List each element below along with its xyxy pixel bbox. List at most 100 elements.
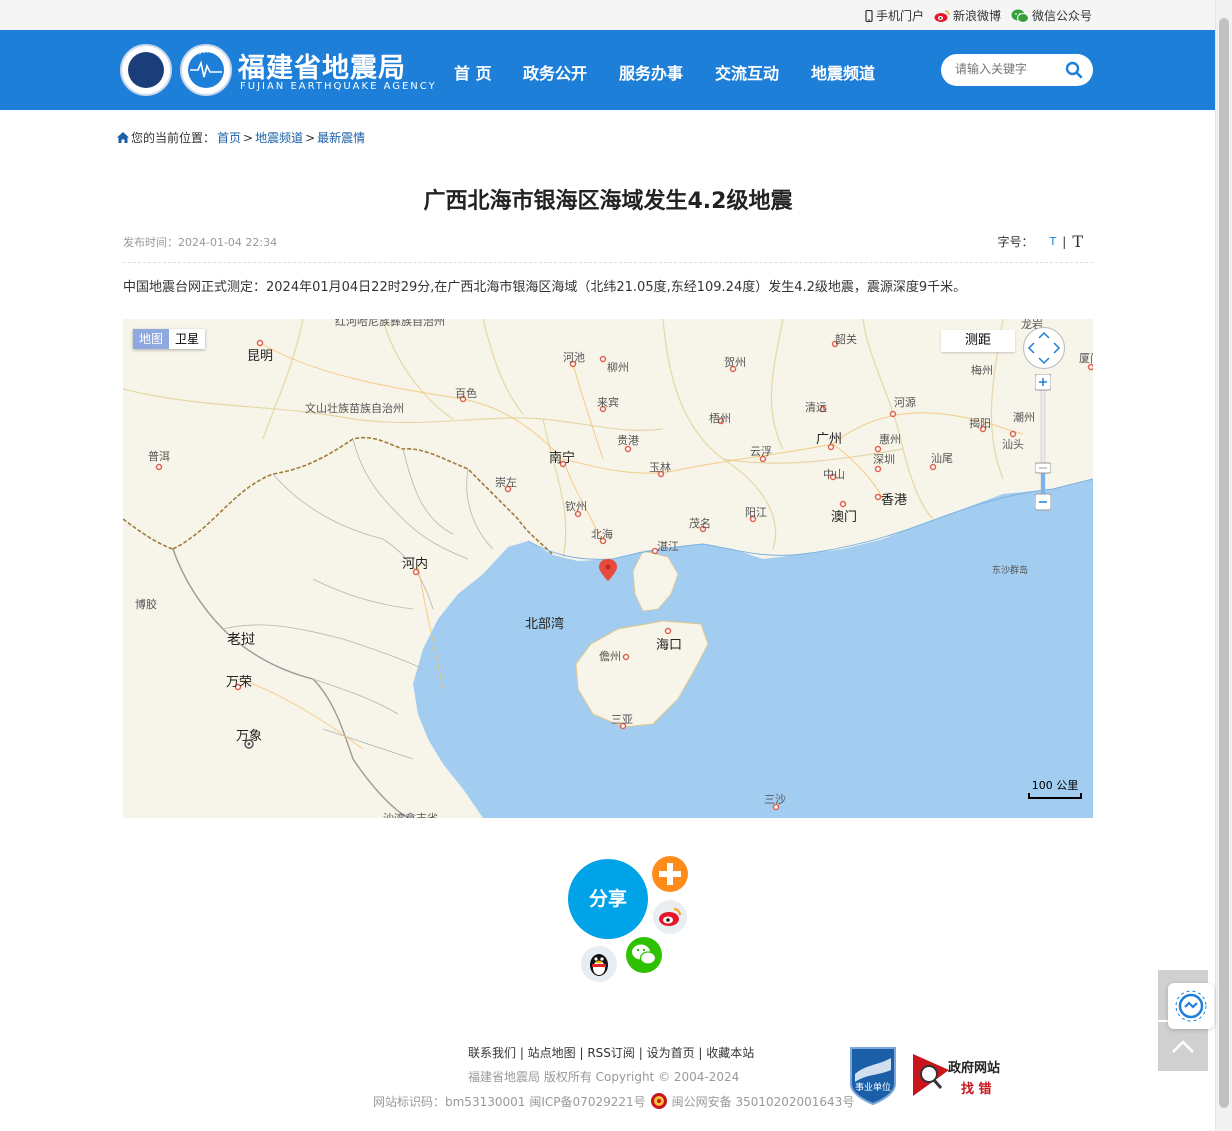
- share-wechat-icon[interactable]: [626, 937, 662, 973]
- police-record[interactable]: 闽公网安备 35010202001643号: [672, 1093, 855, 1110]
- map-label: 柳州: [607, 361, 629, 374]
- map-label: 湛江: [657, 540, 679, 553]
- map-label: 河池: [563, 351, 585, 364]
- epicenter-marker-core: [605, 564, 611, 570]
- agency-emblem-icon: [120, 44, 172, 96]
- public-institution-badge[interactable]: 事业单位: [847, 1044, 899, 1106]
- map-label: 惠州: [879, 433, 901, 446]
- wechat-label: 微信公众号: [1031, 9, 1092, 23]
- vertical-scrollbar[interactable]: [1215, 0, 1232, 1131]
- mobile-portal-link[interactable]: 手机门户: [865, 7, 924, 24]
- badge-gov-label: 政府网站: [948, 1061, 1001, 1076]
- epicenter-map[interactable]: 红河哈尼族彝族自治州 昆明 河池 柳州 贺州 韶关 龙岩 百色 文山壮族苗族自治…: [123, 319, 1093, 818]
- site-logo[interactable]: FJEA 福建省地震局 FUJIAN EARTHQUAKE AGENCY: [120, 42, 435, 100]
- font-large-button[interactable]: T: [1072, 232, 1083, 251]
- map-type-satellite[interactable]: 卫星: [169, 329, 206, 349]
- map-label: 河源: [894, 396, 916, 409]
- map-label: 香港: [881, 493, 908, 508]
- assistant-icon: [1175, 990, 1207, 1022]
- share-more-icon[interactable]: [652, 856, 688, 892]
- map-label: 河内: [402, 557, 429, 572]
- nav-interaction[interactable]: 交流互动: [715, 60, 811, 84]
- search-box: [941, 54, 1093, 86]
- breadcrumb: 您的当前位置： 首页 > 地震频道 > 最新震情: [117, 129, 365, 146]
- map-label: 汕头: [1002, 438, 1024, 451]
- badge-unit-label: 事业单位: [854, 1083, 891, 1093]
- map-label: 老挝: [227, 632, 255, 648]
- map-label: 梧州: [709, 412, 731, 425]
- map-label: 普洱: [148, 450, 170, 463]
- map-label: 清远: [805, 401, 827, 414]
- measure-distance-button[interactable]: 测距: [941, 330, 1015, 352]
- cn-vn-border: [172, 436, 554, 556]
- top-utility-bar: 手机门户 新浪微博 微信公众号: [0, 0, 1215, 30]
- gov-site-error-report-badge[interactable]: 政府网站 找 错: [911, 1052, 1011, 1098]
- article-body: 中国地震台网正式测定：2024年01月04日22时29分,在广西北海市银海区海域…: [123, 280, 967, 295]
- icp-number[interactable]: 闽ICP备07029221号: [529, 1093, 645, 1110]
- share-qq-icon[interactable]: [581, 946, 617, 982]
- back-to-top-button[interactable]: [1158, 1022, 1208, 1071]
- map-label: 揭阳: [969, 417, 991, 430]
- map-label: 北海: [591, 528, 613, 541]
- map-label: 南宁: [549, 451, 576, 466]
- map-label: 昆明: [247, 349, 274, 364]
- map-label: 贺州: [724, 356, 746, 369]
- site-title: 福建省地震局: [238, 53, 406, 84]
- map-label: 广州: [816, 432, 843, 447]
- font-small-button[interactable]: T: [1050, 235, 1057, 248]
- nav-services[interactable]: 服务办事: [619, 60, 715, 84]
- scrollbar-thumb[interactable]: [1219, 18, 1229, 1108]
- map-label: 东沙群岛: [992, 566, 1029, 576]
- map-label: 云浮: [750, 445, 772, 458]
- scale-bar: [1028, 793, 1082, 799]
- map-label: 汕尾: [931, 452, 953, 465]
- nav-gov-info[interactable]: 政务公开: [523, 60, 619, 84]
- map-label: 梅州: [971, 364, 993, 377]
- map-label: 北部湾: [525, 617, 565, 632]
- accessibility-assistant-button[interactable]: [1168, 983, 1214, 1029]
- map-label: 厦门: [1079, 352, 1093, 365]
- search-input[interactable]: [953, 61, 1057, 77]
- map-label: 钦州: [565, 500, 587, 513]
- pan-control[interactable]: [1023, 327, 1065, 369]
- font-size-label: 字号：: [997, 235, 1034, 249]
- breadcrumb-prefix: 您的当前位置：: [131, 131, 216, 145]
- magnifier-flag-icon: [913, 1054, 949, 1096]
- police-badge-icon: [650, 1093, 667, 1109]
- map-label: 贵港: [617, 434, 639, 447]
- nav-earthquake[interactable]: 地震频道: [811, 60, 875, 84]
- main-nav: 首 页 政务公开 服务办事 交流互动 地震频道: [454, 60, 875, 84]
- font-size-sep: |: [1062, 234, 1067, 249]
- map-type-switch: 地图 卫星: [133, 329, 206, 349]
- breadcrumb-home[interactable]: 首页: [217, 129, 241, 146]
- phone-icon: [865, 9, 873, 22]
- breadcrumb-channel[interactable]: 地震频道: [255, 129, 303, 146]
- breadcrumb-latest[interactable]: 最新震情: [317, 129, 365, 146]
- map-label: 三亚: [611, 713, 633, 726]
- publish-date: 发布时间：2024-01-04 22:34: [123, 236, 278, 249]
- map-scale: 100 公里: [1028, 777, 1082, 799]
- map-label: 深圳: [873, 453, 895, 466]
- footer-registration: 网站标识码：bm53130001 闽ICP备07029221号 闽公网安备 35…: [373, 1092, 854, 1110]
- map-label: 茂名: [689, 517, 711, 530]
- mobile-portal-label: 手机门户: [875, 9, 924, 23]
- weibo-icon: [934, 9, 950, 22]
- share-button[interactable]: 分享: [568, 859, 648, 939]
- nav-home[interactable]: 首 页: [454, 60, 523, 84]
- sea-area: [413, 479, 1093, 818]
- badge-find-label: 找 错: [961, 1082, 992, 1097]
- vn-la-border: [172, 548, 409, 818]
- share-weibo-icon[interactable]: [653, 900, 687, 934]
- cn-la-border: [123, 518, 174, 550]
- search-icon[interactable]: [1065, 61, 1083, 79]
- wechat-link[interactable]: 微信公众号: [1011, 7, 1092, 24]
- font-size-control: 字号： T | T: [998, 232, 1083, 251]
- map-type-map[interactable]: 地图: [133, 329, 170, 349]
- weibo-link[interactable]: 新浪微博: [934, 7, 1001, 24]
- footer-links[interactable]: 联系我们 | 站点地图 | RSS订阅 | 设为首页 | 收藏本站: [468, 1044, 754, 1061]
- wechat-icon: [1011, 9, 1029, 23]
- breadcrumb-sep: >: [305, 130, 316, 145]
- map-label: 崇左: [495, 476, 517, 489]
- map-label: 万荣: [226, 675, 253, 690]
- site-id: 网站标识码：bm53130001: [373, 1094, 526, 1109]
